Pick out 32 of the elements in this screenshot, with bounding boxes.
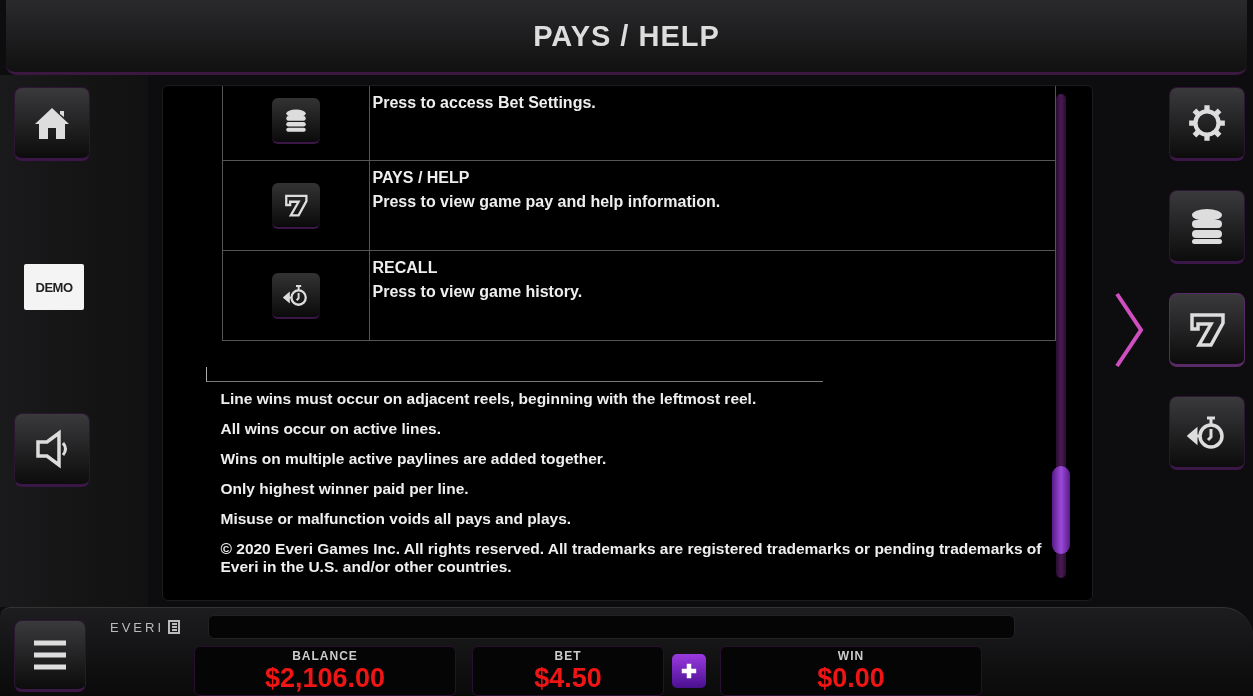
brand-logo-text: EVERI xyxy=(110,619,164,635)
recall-button[interactable] xyxy=(1169,396,1245,470)
screen-title: PAYS / HELP xyxy=(533,19,720,53)
meter-value: $2,106.00 xyxy=(264,663,386,694)
rule-text: Line wins must occur on adjacent reels, beginning with the leftmost reel. xyxy=(220,390,758,408)
rule-text: © 2020 Everi Games Inc. All rights reserved. All trademarks are registered trademarks or pending trademarks of Everi in the U.S. and/or other countries. xyxy=(220,540,1043,576)
help-item-title: PAYS / HELP xyxy=(372,169,471,187)
meter-label: BALANCE xyxy=(292,649,358,663)
help-item-description: Press to access Bet Settings. xyxy=(372,94,596,112)
bet-button[interactable] xyxy=(1169,190,1245,264)
help-item-description: Press to view game history. xyxy=(372,283,583,301)
meter-value: $4.50 xyxy=(534,663,602,694)
settings-icon xyxy=(1186,102,1228,144)
help-item-title: RECALL xyxy=(372,259,439,277)
sound-button[interactable] xyxy=(14,413,90,487)
help-item-description: Press to view game pay and help information. xyxy=(372,193,721,211)
demo-badge: DEMO xyxy=(24,264,84,310)
home-button[interactable] xyxy=(14,87,90,161)
plus-icon xyxy=(680,662,698,680)
rule-text: Wins on multiple active paylines are added together. xyxy=(220,450,608,468)
rule-text: Only highest winner paid per line. xyxy=(220,480,470,498)
meter-value: $0.00 xyxy=(817,663,885,694)
scrollbar-thumb[interactable] xyxy=(1051,466,1070,554)
menu-button[interactable] xyxy=(14,620,86,692)
settings-button[interactable] xyxy=(1169,87,1245,161)
brand-logo-icon xyxy=(166,619,182,635)
pays-button[interactable] xyxy=(1169,293,1245,367)
rule-text: All wins occur on active lines. xyxy=(220,420,443,438)
meter-label: WIN xyxy=(837,649,865,663)
rule-text: Misuse or malfunction voids all pays and plays. xyxy=(220,510,573,528)
increase-bet-button[interactable] xyxy=(672,654,706,688)
meter-label: BET xyxy=(554,649,582,663)
